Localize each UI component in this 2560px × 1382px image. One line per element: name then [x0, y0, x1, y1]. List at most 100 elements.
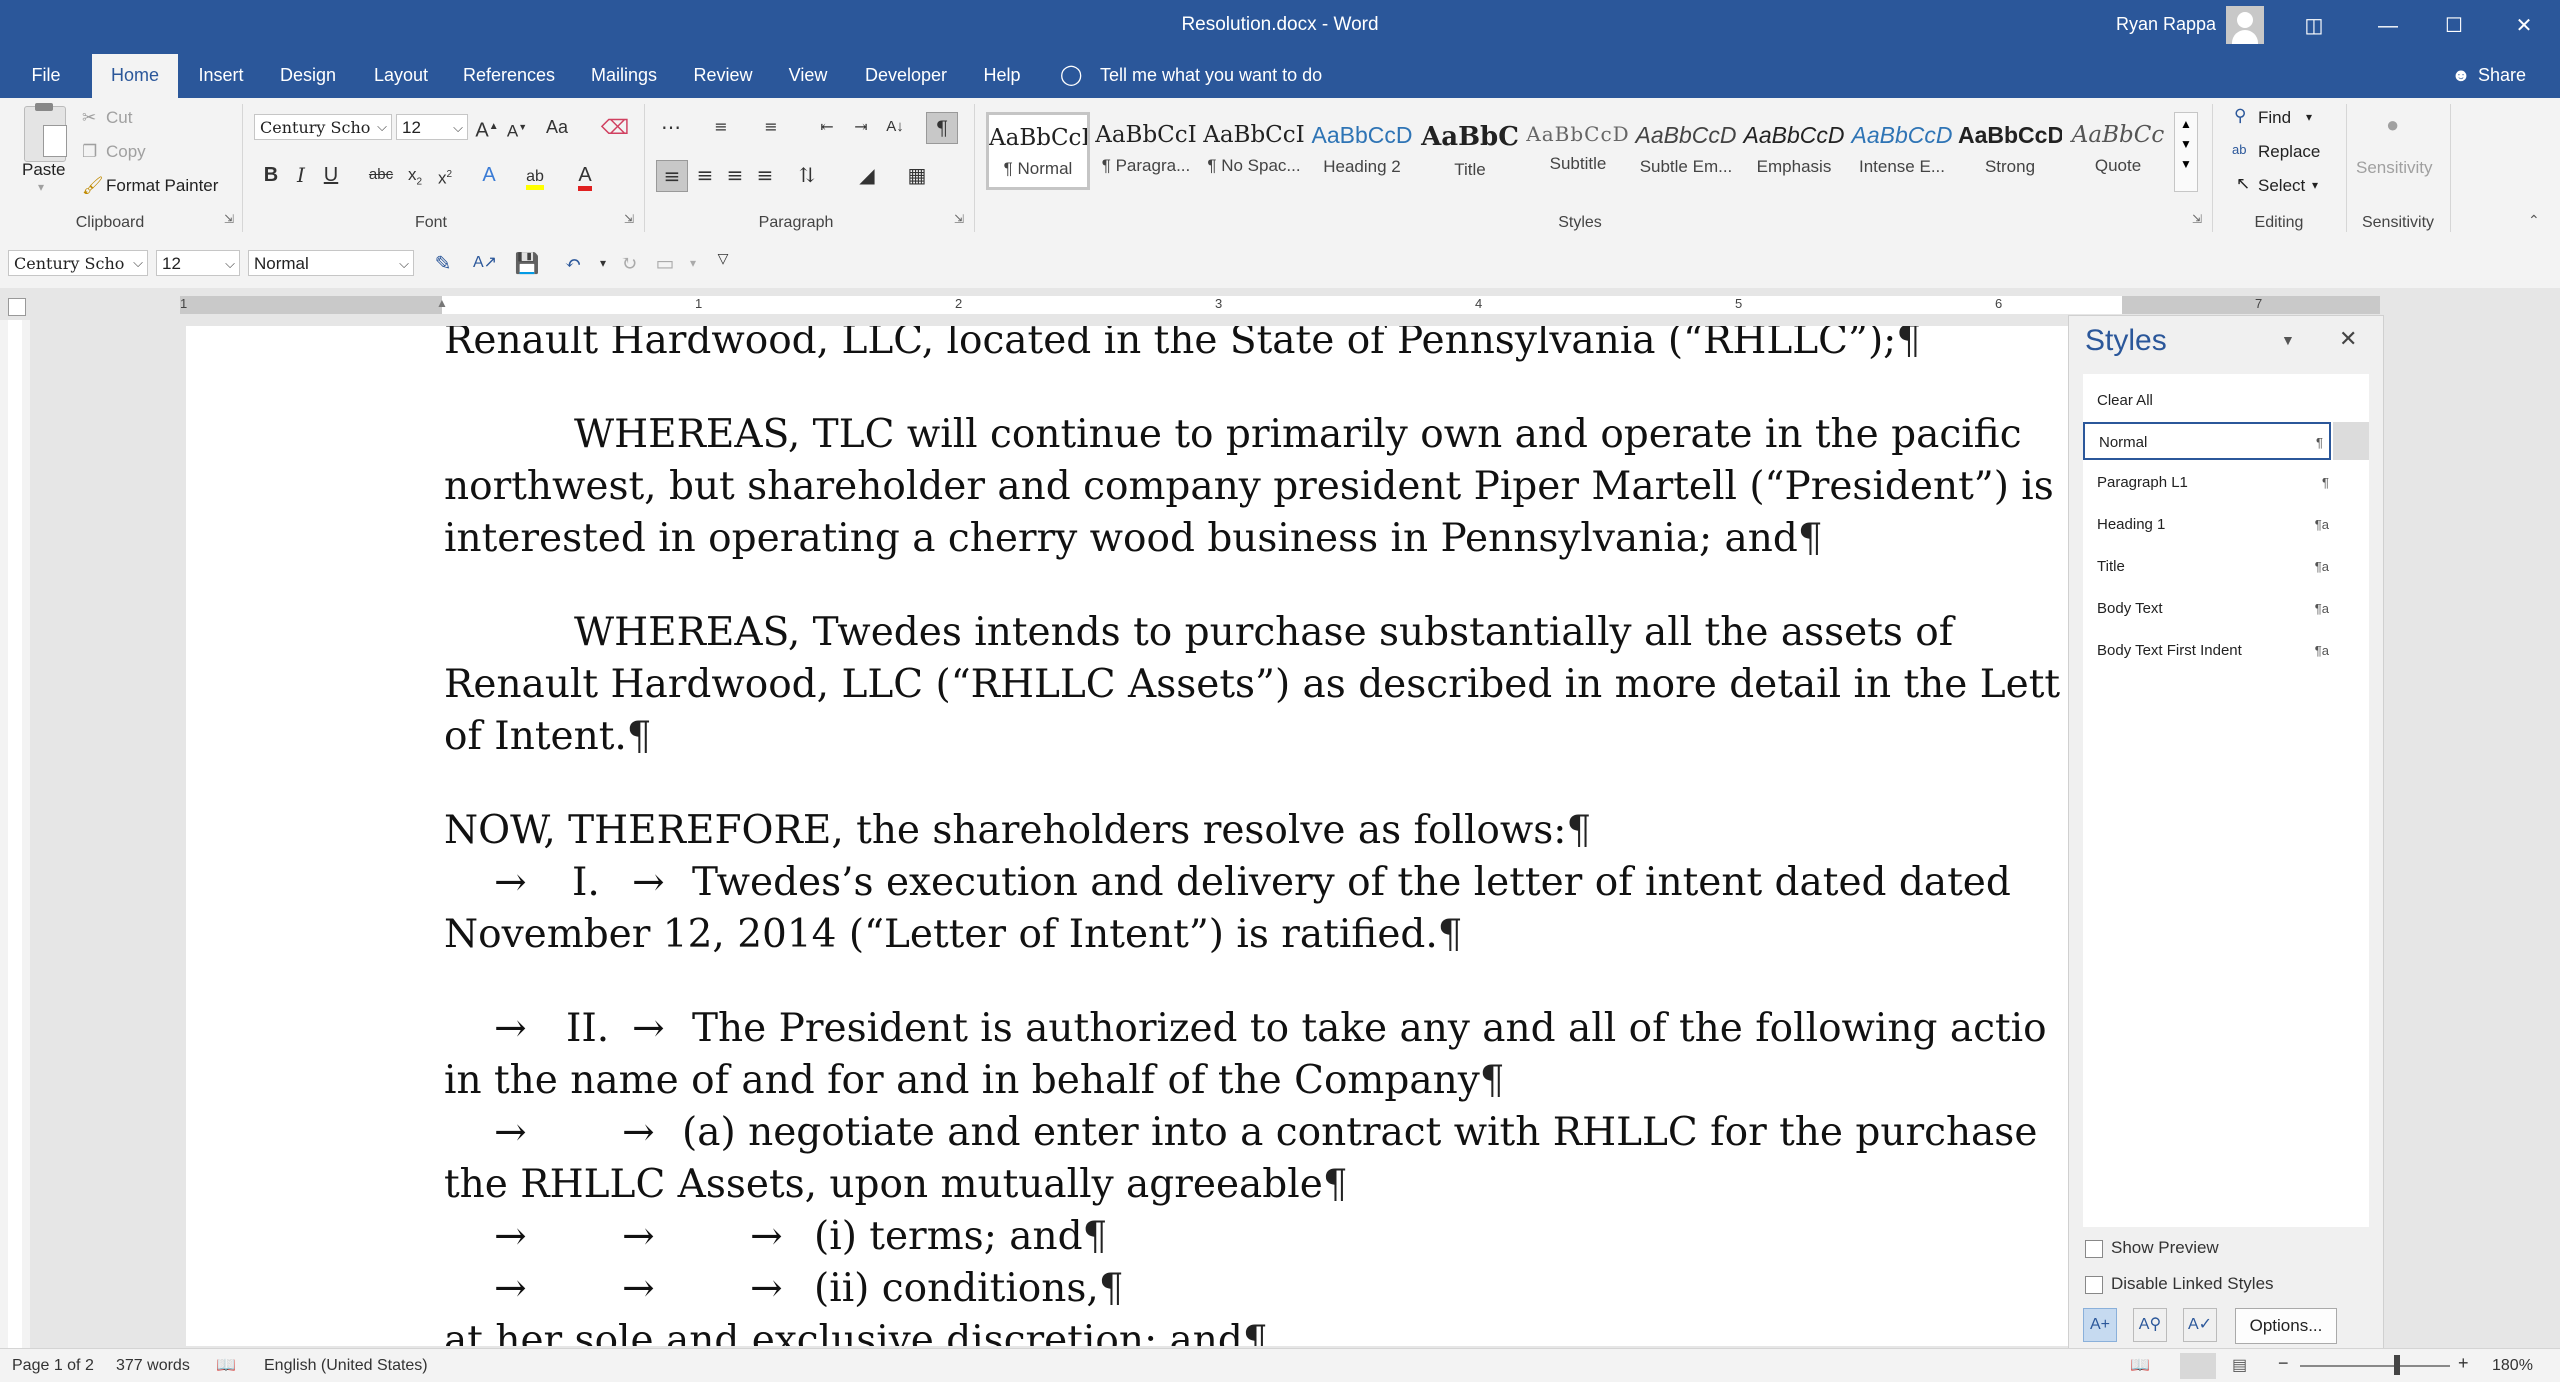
find-icon[interactable]: ⚲ — [2234, 106, 2246, 126]
close-icon[interactable]: ✕ — [2494, 6, 2554, 46]
qat-style-combo[interactable]: Normal ⌵ — [248, 250, 414, 276]
style-item-paragraph-l1[interactable]: Paragraph L1 ¶ — [2083, 464, 2369, 502]
zoom-slider-thumb[interactable] — [2394, 1355, 2400, 1375]
style-heading-2[interactable]: AaBbCcD Heading 2 — [1310, 112, 1414, 190]
style-subtle-emphasis[interactable]: AaBbCcD Subtle Em... — [1634, 112, 1738, 190]
apply-styles-icon[interactable]: ✎ — [428, 248, 458, 278]
align-center-icon[interactable]: ≡ — [690, 160, 720, 190]
manage-styles-icon[interactable]: A✓ — [2183, 1308, 2217, 1342]
print-layout-icon[interactable] — [2180, 1353, 2216, 1379]
tab-mailings[interactable]: Mailings — [580, 54, 668, 98]
indent-marker-icon[interactable]: ▲ — [436, 296, 448, 310]
document-page[interactable]: Renault Hardwood, LLC, located in the St… — [186, 326, 2076, 1346]
copy-button[interactable]: Copy — [106, 142, 146, 162]
sort-icon[interactable]: A↓ — [880, 112, 910, 142]
tab-view[interactable]: View — [778, 54, 838, 98]
cut-button[interactable]: Cut — [106, 108, 132, 128]
horizontal-ruler[interactable]: ▲ 1 1 2 3 4 5 6 7 — [180, 296, 2380, 314]
style-item-body-text-first-indent[interactable]: Body Text First Indent ¶a — [2083, 632, 2369, 670]
numbering-icon[interactable]: ≡ — [706, 112, 736, 142]
multilevel-list-icon[interactable]: ≡ — [756, 112, 786, 142]
redo-icon[interactable]: ↻ — [614, 248, 644, 278]
borders-icon[interactable]: ▦ — [902, 160, 932, 190]
style-strong[interactable]: AaBbCcD Strong — [1958, 112, 2062, 190]
qat-size-combo[interactable]: 12 ⌵ — [156, 250, 240, 276]
copy-icon[interactable]: ❐ — [82, 142, 97, 162]
select-arrow-icon[interactable]: ↖ — [2236, 174, 2250, 194]
maximize-icon[interactable]: ☐ — [2424, 6, 2484, 46]
increase-indent-icon[interactable]: ⇥ — [846, 112, 876, 142]
more-styles-icon[interactable]: ▼ — [2175, 157, 2197, 171]
word-count[interactable]: 377 words — [116, 1357, 190, 1375]
tell-me-search[interactable]: Tell me what you want to do — [1100, 54, 1340, 98]
new-style-icon[interactable]: A+ — [2083, 1308, 2117, 1342]
doc-line[interactable]: → I. → Twedes’s execution and delivery of t… — [444, 860, 2011, 905]
chevron-down-icon[interactable]: ⌵ — [133, 251, 143, 277]
chevron-up-icon[interactable]: ▲ — [2175, 117, 2197, 131]
web-layout-icon[interactable]: ▤ — [2232, 1355, 2247, 1375]
style-item-normal[interactable]: Normal ¶ — [2083, 422, 2331, 460]
chevron-down-icon[interactable]: ▼ — [2175, 137, 2197, 151]
style-item-clear-all[interactable]: Clear All — [2083, 382, 2369, 420]
subscript-icon[interactable]: x2 — [400, 160, 430, 190]
format-painter-button[interactable]: Format Painter — [106, 176, 218, 196]
style-normal[interactable]: AaBbCcI ¶ Normal — [986, 112, 1090, 190]
show-formatting-icon[interactable]: ¶ — [926, 112, 958, 144]
doc-line[interactable]: → II. → The President is authorized to take… — [444, 1006, 2047, 1051]
font-launcher-icon[interactable]: ⇲ — [624, 212, 634, 226]
zoom-in-icon[interactable]: + — [2458, 1353, 2469, 1374]
show-preview-checkbox[interactable] — [2085, 1240, 2103, 1258]
tab-selector-icon[interactable] — [8, 298, 26, 316]
zoom-slider[interactable] — [2300, 1365, 2450, 1367]
style-item-dropdown[interactable] — [2333, 422, 2369, 460]
superscript-icon[interactable]: x2 — [430, 160, 460, 190]
tab-file[interactable]: File — [18, 54, 74, 98]
font-size-combo[interactable]: 12 ⌵ — [396, 114, 468, 140]
text-effects-icon[interactable]: A — [474, 160, 504, 190]
zoom-level[interactable]: 180% — [2492, 1357, 2533, 1375]
justify-icon[interactable]: ≡ — [750, 160, 780, 190]
avatar[interactable] — [2226, 6, 2264, 44]
zoom-out-icon[interactable]: − — [2278, 1353, 2289, 1374]
shading-icon[interactable]: ◢ — [852, 160, 882, 190]
user-name[interactable]: Ryan Rappa — [2116, 14, 2216, 35]
lightbulb-icon[interactable]: ◯ — [1060, 54, 1082, 98]
chevron-down-icon[interactable]: ⌵ — [399, 251, 409, 277]
proofing-icon[interactable]: 📖 — [216, 1355, 236, 1375]
chevron-down-icon[interactable]: ▾ — [678, 248, 708, 278]
doc-line[interactable]: NOW, THEREFORE, the shareholders resolve… — [444, 808, 1591, 853]
doc-line[interactable]: November 12, 2014 (“Letter of Intent”) i… — [444, 912, 1463, 957]
chevron-down-icon[interactable]: ⌵ — [377, 115, 387, 141]
find-button[interactable]: Find — [2258, 108, 2291, 128]
decrease-indent-icon[interactable]: ⇤ — [812, 112, 842, 142]
bold-icon[interactable]: B — [256, 160, 286, 190]
ribbon-display-icon[interactable]: ◫ — [2284, 6, 2344, 46]
styles-pane-icon[interactable]: A↗ — [470, 248, 500, 278]
italic-icon[interactable]: I — [286, 160, 316, 190]
align-right-icon[interactable]: ≡ — [720, 160, 750, 190]
style-emphasis[interactable]: AaBbCcD Emphasis — [1742, 112, 1846, 190]
format-painter-icon[interactable]: 🖌 — [82, 176, 104, 196]
bullets-icon[interactable]: ⋯ — [656, 112, 686, 142]
share-button[interactable]: Share — [2478, 54, 2538, 98]
options-button[interactable]: Options... — [2235, 1308, 2337, 1344]
doc-line[interactable]: → → (a) negotiate and enter into a contrac… — [444, 1110, 2037, 1155]
tab-review[interactable]: Review — [686, 54, 760, 98]
language-status[interactable]: English (United States) — [264, 1357, 428, 1375]
doc-line[interactable]: → → → (ii) conditions,¶ — [444, 1266, 1124, 1311]
replace-icon[interactable]: ab — [2232, 142, 2246, 157]
chevron-down-icon[interactable]: ⌵ — [225, 251, 235, 277]
tab-home[interactable]: Home — [92, 54, 178, 98]
tab-help[interactable]: Help — [974, 54, 1030, 98]
doc-line[interactable]: interested in operating a cherry wood bu… — [444, 516, 1823, 561]
doc-line[interactable]: WHEREAS, Twedes intends to purchase subs… — [444, 610, 1953, 655]
style-quote[interactable]: AaBbCc Quote — [2066, 112, 2170, 190]
paste-dropdown-icon[interactable]: ▾ — [38, 180, 44, 194]
align-left-icon[interactable]: ≡ — [656, 160, 688, 192]
doc-line[interactable]: the RHLLC Assets, upon mutually agreeabl… — [444, 1162, 1348, 1207]
underline-icon[interactable]: U — [316, 160, 346, 190]
shrink-font-icon[interactable]: A▼ — [502, 112, 532, 142]
styles-scroll[interactable]: ▲ ▼ ▼ — [2174, 112, 2198, 192]
select-button[interactable]: Select — [2258, 176, 2305, 196]
pane-options-chevron-icon[interactable]: ▼ — [2281, 332, 2295, 348]
